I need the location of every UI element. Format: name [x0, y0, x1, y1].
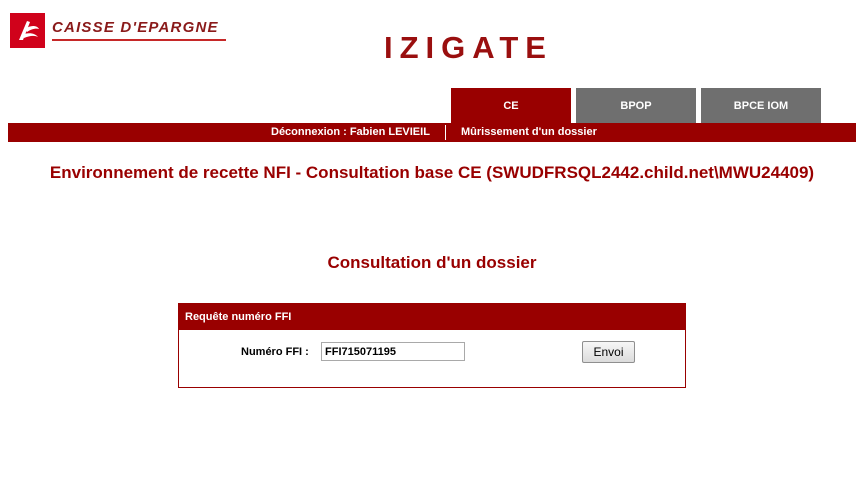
brand-logo: CAISSE D'EPARGNE [10, 13, 226, 49]
ffi-request-panel: Requête numéro FFI Numéro FFI : Envoi [178, 303, 686, 388]
submit-button[interactable]: Envoi [582, 341, 635, 363]
ffi-number-input[interactable] [321, 342, 465, 361]
tab-ce[interactable]: CE [451, 88, 571, 123]
tab-ce-label: CE [503, 99, 519, 112]
ffi-number-label: Numéro FFI : [241, 346, 309, 358]
squirrel-logo-icon [10, 13, 45, 48]
tab-bpce-iom[interactable]: BPCE IOM [701, 88, 821, 123]
nav-separator [445, 125, 446, 140]
tab-bpop[interactable]: BPOP [576, 88, 696, 123]
page-title: Consultation d'un dossier [327, 253, 537, 272]
maturation-link[interactable]: Mûrissement d'un dossier [461, 126, 597, 138]
brand-name: CAISSE D'EPARGNE [52, 19, 219, 36]
panel-header: Requête numéro FFI [179, 304, 685, 330]
tab-bpop-label: BPOP [620, 99, 652, 112]
environment-title: Environnement de recette NFI - Consultat… [49, 163, 815, 182]
tab-bpce-iom-label: BPCE IOM [733, 99, 789, 112]
logout-link[interactable]: Déconnexion : Fabien LEVIEIL [271, 126, 430, 138]
nav-bar: Déconnexion : Fabien LEVIEIL Mûrissement… [8, 123, 856, 142]
brand-underline [52, 39, 226, 41]
app-title: IZIGATE [384, 30, 553, 65]
